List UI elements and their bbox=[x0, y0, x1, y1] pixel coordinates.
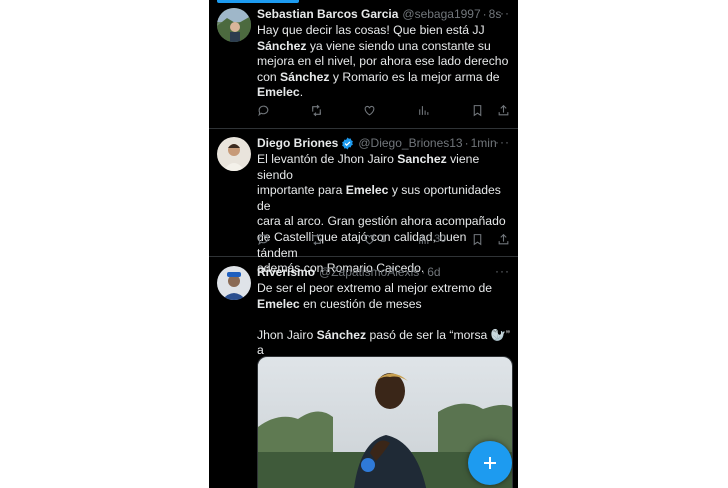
reply-icon bbox=[258, 234, 269, 245]
tweet-header: Riverismo @ZapatismoAlexis · 6d bbox=[257, 265, 510, 280]
like-count: 1 bbox=[380, 233, 387, 245]
share-icon bbox=[498, 233, 509, 244]
highlighted-term: Sánchez bbox=[257, 38, 307, 53]
avatar[interactable] bbox=[217, 266, 251, 300]
tweet-time[interactable]: 6d bbox=[427, 265, 440, 280]
share-button[interactable] bbox=[497, 104, 510, 117]
author-handle[interactable]: @Diego_Briones13 bbox=[358, 136, 462, 151]
more-icon[interactable]: ··· bbox=[495, 7, 510, 19]
separator-dot: · bbox=[482, 7, 487, 21]
highlighted-term: Sanchez bbox=[397, 152, 447, 166]
views-icon bbox=[419, 105, 429, 115]
tweet-header: Sebastian Barcos Garcia @sebaga1997 · 8s bbox=[257, 7, 510, 22]
avatar[interactable] bbox=[217, 8, 251, 42]
highlighted-term: Emelec bbox=[257, 296, 300, 311]
views-button[interactable]: 30 bbox=[417, 233, 446, 246]
highlighted-term: Sánchez bbox=[280, 69, 330, 84]
retweet-icon bbox=[312, 233, 321, 245]
highlighted-term: Sánchez bbox=[316, 327, 367, 342]
views-button[interactable] bbox=[417, 104, 434, 117]
compose-button[interactable] bbox=[468, 441, 512, 485]
tweet[interactable]: Sebastian Barcos Garcia @sebaga1997 · 8s… bbox=[209, 0, 518, 129]
tweet-text: Hay que decir las cosas! Que bien está J… bbox=[257, 23, 510, 101]
avatar[interactable] bbox=[217, 137, 251, 171]
author-name[interactable]: Sebastian Barcos Garcia bbox=[257, 7, 398, 22]
highlighted-term: Emelec bbox=[257, 85, 300, 100]
reply-button[interactable] bbox=[257, 233, 270, 246]
share-icon bbox=[498, 104, 509, 115]
share-button[interactable] bbox=[497, 233, 510, 246]
separator-dot: · bbox=[421, 265, 426, 279]
like-button[interactable] bbox=[363, 104, 380, 117]
separator-dot: · bbox=[464, 136, 469, 150]
more-icon[interactable]: ··· bbox=[495, 265, 510, 277]
view-count: 30 bbox=[434, 233, 447, 245]
retweet-icon bbox=[312, 104, 321, 116]
more-icon[interactable]: ··· bbox=[495, 136, 510, 148]
author-name[interactable]: Diego Briones bbox=[257, 136, 338, 151]
heart-icon bbox=[364, 234, 375, 244]
heart-icon bbox=[364, 105, 375, 115]
verified-badge-icon bbox=[342, 137, 354, 150]
tweet-actions bbox=[257, 102, 510, 118]
tweet-time[interactable]: 1min bbox=[471, 136, 497, 151]
bookmark-icon bbox=[473, 233, 482, 245]
reply-button[interactable] bbox=[257, 104, 270, 117]
like-button[interactable]: 1 bbox=[363, 233, 386, 246]
tweet-text-segment: . bbox=[299, 85, 304, 100]
tweet-actions: 1 30 bbox=[257, 231, 510, 247]
bookmark-button[interactable] bbox=[471, 104, 484, 117]
tweet-text-segment: y Romario es la mejor arma de bbox=[332, 69, 500, 84]
highlighted-term: Emelec bbox=[345, 183, 389, 198]
tweet-text-segment: Hay que decir las cosas! Que bien está J… bbox=[257, 23, 485, 37]
bookmark-button[interactable] bbox=[471, 233, 484, 246]
author-handle[interactable]: @sebaga1997 bbox=[402, 7, 480, 22]
author-name[interactable]: Riverismo bbox=[257, 265, 315, 280]
timeline: Sebastian Barcos Garcia @sebaga1997 · 8s… bbox=[209, 0, 518, 488]
author-handle[interactable]: @ZapatismoAlexis bbox=[319, 265, 419, 280]
tweet-text-segment: De ser el peor extremo al mejor extremo … bbox=[257, 281, 493, 295]
reply-icon bbox=[258, 105, 269, 116]
retweet-button[interactable] bbox=[310, 233, 323, 246]
plus-icon bbox=[484, 457, 496, 469]
views-icon bbox=[419, 234, 429, 244]
tweet[interactable]: Diego Briones @Diego_Briones13 · 1min ··… bbox=[209, 128, 518, 275]
tweet-text-segment: El levantón de Jhon Jairo bbox=[257, 152, 398, 166]
tweet-header: Diego Briones @Diego_Briones13 · 1min bbox=[257, 136, 510, 151]
retweet-button[interactable] bbox=[310, 104, 323, 117]
bookmark-icon bbox=[473, 104, 482, 116]
